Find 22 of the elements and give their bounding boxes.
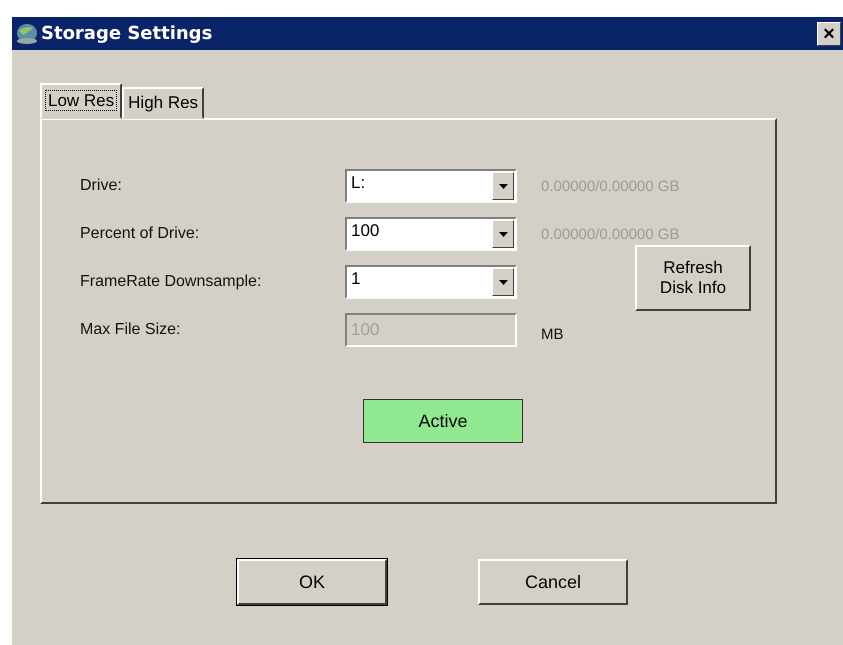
field-label: FrameRate Downsample:: [80, 273, 262, 291]
dropdown[interactable]: L:: [345, 169, 517, 203]
unit-label: MB: [540, 326, 564, 345]
field-label: Drive:: [80, 177, 123, 195]
field-label: Max File Size:: [80, 321, 182, 339]
status-button[interactable]: Active: [363, 399, 523, 443]
globe-icon: [15, 22, 39, 44]
field-label: Percent of Drive:: [80, 225, 200, 243]
refresh-button[interactable]: Refresh Disk Info: [635, 245, 751, 311]
caret-icon: [498, 280, 508, 284]
dialog-button[interactable]: Cancel: [478, 559, 628, 605]
tab[interactable]: High Res: [122, 87, 204, 119]
dropdown[interactable]: 1: [345, 265, 517, 299]
close-button[interactable]: ×: [817, 22, 841, 46]
caret-icon: [498, 232, 508, 236]
window-title: Storage Settings: [41, 23, 214, 44]
tab[interactable]: Low Res: [40, 83, 122, 119]
dropdown[interactable]: 100: [345, 217, 517, 251]
disk-info: 0.00000/0.00000 GB: [540, 226, 680, 242]
dialog-button[interactable]: OK: [237, 559, 387, 605]
caret-icon: [498, 184, 508, 188]
disk-info: 0.00000/0.00000 GB: [540, 178, 680, 194]
